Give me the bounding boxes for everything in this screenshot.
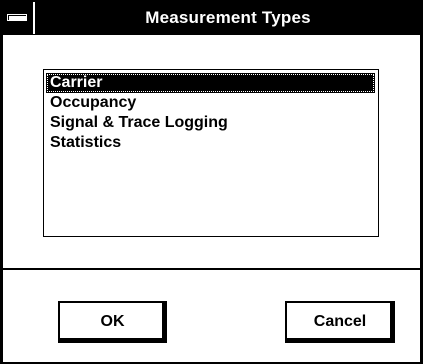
system-menu-icon — [7, 14, 27, 21]
window-border-left — [0, 0, 3, 364]
measurement-types-dialog: Measurement Types Carrier Occupancy Sign… — [0, 0, 423, 364]
list-item-occupancy[interactable]: Occupancy — [46, 93, 136, 113]
window-title: Measurement Types — [145, 8, 311, 27]
title-bar[interactable]: Measurement Types — [0, 0, 423, 35]
list-item-statistics[interactable]: Statistics — [46, 133, 121, 153]
system-menu-button[interactable] — [1, 1, 35, 34]
divider — [0, 268, 423, 270]
window-border-top — [0, 0, 423, 2]
measurement-types-listbox[interactable]: Carrier Occupancy Signal & Trace Logging… — [43, 69, 379, 237]
cancel-button[interactable]: Cancel — [285, 301, 395, 343]
ok-button[interactable]: OK — [58, 301, 167, 343]
list-item-carrier[interactable]: Carrier — [46, 73, 375, 93]
list-item-signal-trace-logging[interactable]: Signal & Trace Logging — [46, 113, 228, 133]
